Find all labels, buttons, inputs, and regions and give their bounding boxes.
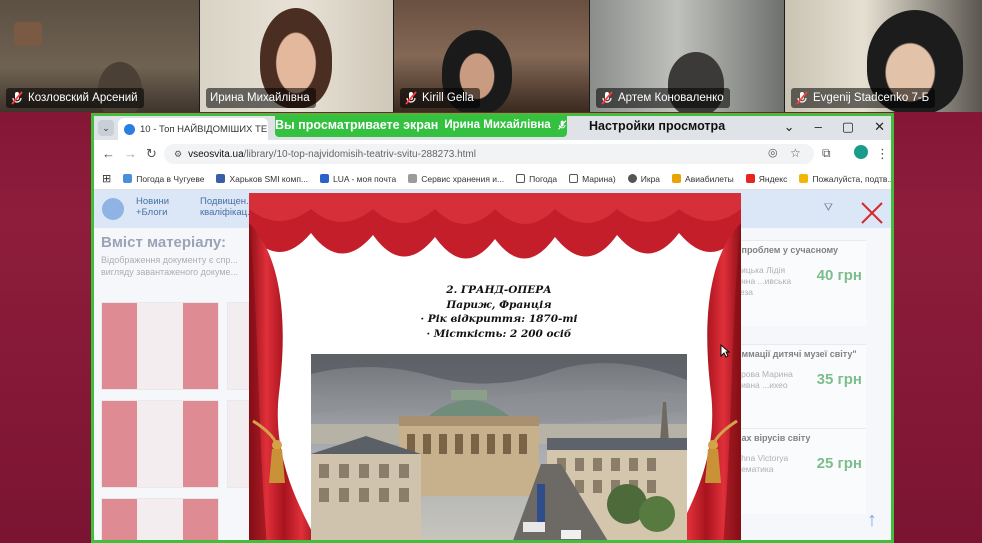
back-arrow-icon[interactable]: ←	[102, 146, 115, 161]
browser-tab[interactable]: 10 - Топ НАЙВІДОМІШИХ ТЕ... ✕	[118, 118, 268, 140]
close-icon[interactable]	[859, 200, 885, 226]
slide-thumbnail[interactable]	[101, 302, 219, 390]
presentation-slide: 2. ГРАНД-ОПЕРА Париж, Франція · Рік відк…	[249, 193, 741, 540]
related-material-card[interactable]: ...ах вірусів світу ...hna Victorya ...е…	[730, 428, 866, 514]
related-material-card[interactable]: ...ммації дитячі музеї світу" ...рова Ма…	[730, 344, 866, 430]
slide-text-block: 2. ГРАНД-ОПЕРА Париж, Франція · Рік відк…	[379, 283, 619, 341]
bookmark-item[interactable]: Яндекс	[745, 174, 787, 184]
bookmark-folder[interactable]: Марина)	[569, 174, 616, 184]
price-label: 40 грн	[816, 267, 862, 284]
wall-picture	[14, 22, 42, 46]
slide-bullet-opening-year: · Рік відкриття: 1870-ті	[420, 313, 578, 325]
bookmark-item[interactable]: LUA - моя почта	[320, 174, 396, 184]
eye-off-icon[interactable]: ◎	[768, 146, 778, 159]
slide-location: Париж, Франція	[446, 298, 552, 311]
participant-name: Артем Коноваленко	[618, 92, 724, 104]
slide-thumbnail[interactable]	[227, 400, 249, 488]
site-logo[interactable]	[102, 198, 124, 220]
participant-tile[interactable]: Evgenij Stadcenko 7-Б	[785, 0, 982, 112]
view-settings-button[interactable]: Настройки просмотра	[589, 119, 725, 133]
slide-thumbnail[interactable]	[101, 498, 219, 540]
apps-grid-icon[interactable]: ⊞	[102, 172, 111, 185]
paris-opera-image	[311, 354, 687, 540]
maximize-icon[interactable]: ▢	[842, 119, 854, 135]
shared-screen: ⌄ 10 - Топ НАЙВІДОМІШИХ ТЕ... ✕ ⌄ – ▢ ✕ …	[91, 113, 894, 543]
mic-off-icon	[796, 91, 808, 105]
content-description: Відображення документу є спр... вигляду …	[101, 255, 239, 277]
window-controls: ⌄ – ▢ ✕	[784, 119, 885, 135]
share-banner-prefix: Вы просматриваете экран	[275, 118, 439, 132]
mouse-cursor-icon	[720, 344, 730, 358]
more-menu-icon[interactable]: ⋮	[876, 146, 889, 162]
price-label: 35 грн	[816, 371, 862, 388]
participant-strip: Козловский Арсений Ирина Михайлівна Kiri…	[0, 0, 982, 112]
bookmark-item[interactable]: Харьков SMI комп...	[216, 174, 308, 184]
site-info-icon[interactable]: ⚙	[174, 149, 182, 160]
participant-tile[interactable]: Артем Коноваленко	[590, 0, 784, 112]
bookmark-item[interactable]: Икра	[627, 174, 660, 184]
close-window-icon[interactable]: ✕	[874, 119, 885, 135]
mic-off-icon	[405, 91, 417, 105]
content-title: Вміст матеріалу:	[101, 234, 227, 251]
participant-name-bar: Kirill Gella	[400, 88, 480, 108]
participant-tile[interactable]: Козловский Арсений	[0, 0, 199, 112]
related-material-card[interactable]: ...проблем у сучасному ...ицька Лідія ..…	[730, 240, 866, 326]
minimize-icon[interactable]: –	[815, 119, 822, 135]
mic-off-icon	[11, 91, 23, 105]
participant-name: Ирина Михайлівна	[210, 92, 310, 104]
participant-tile-active[interactable]: Ирина Михайлівна	[200, 0, 393, 112]
tab-title: 10 - Топ НАЙВІДОМІШИХ ТЕ...	[140, 123, 268, 135]
participant-name: Kirill Gella	[422, 92, 474, 104]
participant-name: Козловский Арсений	[28, 92, 138, 104]
mic-off-icon	[557, 120, 566, 130]
nav-item-training[interactable]: Подвищен... кваліфікац...	[200, 196, 255, 218]
share-banner-presenter: Ирина Михайлівна	[444, 119, 551, 131]
site-favicon-icon	[124, 123, 135, 135]
slide-thumbnail[interactable]	[101, 400, 219, 488]
bookmark-folder[interactable]: Погода	[516, 174, 557, 184]
reload-icon[interactable]: ↻	[146, 146, 157, 162]
url-host: vseosvita.ua	[188, 148, 244, 160]
participant-name: Evgenij Stadcenko 7-Б	[813, 92, 930, 104]
scroll-to-top-icon[interactable]: ↑	[867, 509, 877, 532]
url-input[interactable]: ⚙ vseosvita.ua/library/10-top-najvidomis…	[164, 144, 814, 164]
participant-name-bar: Артем Коноваленко	[596, 88, 730, 108]
related-materials-list: ...проблем у сучасному ...ицька Лідія ..…	[730, 240, 866, 540]
participant-tile[interactable]: Kirill Gella	[394, 0, 589, 112]
price-label: 25 грн	[816, 455, 862, 472]
chevron-down-icon[interactable]: ⌄	[784, 119, 795, 135]
filter-icon[interactable]: ⛛	[824, 202, 833, 215]
participant-name-bar: Козловский Арсений	[6, 88, 144, 108]
bookmarks-bar: ⊞ Погода в Чугуеве Харьков SMI комп... L…	[94, 168, 891, 190]
url-path: /library/10-top-najvidomisih-teatriv-svi…	[243, 148, 476, 160]
slide-bullet-capacity: · Місткість: 2 200 осіб	[426, 327, 572, 340]
nav-item-news[interactable]: Новини +Блоги	[136, 196, 169, 218]
address-bar-row: ← → ↻ ⚙ vseosvita.ua/library/10-top-najv…	[94, 140, 891, 168]
slide-heading: 2. ГРАНД-ОПЕРА	[446, 284, 552, 296]
forward-arrow-icon[interactable]: →	[124, 146, 137, 161]
bookmark-item[interactable]: Пожалуйста, подтв...	[799, 174, 891, 184]
bookmark-star-icon[interactable]: ☆	[790, 146, 801, 160]
profile-avatar-icon[interactable]	[854, 145, 868, 159]
participant-name-bar: Ирина Михайлівна	[206, 88, 316, 108]
tab-search-button[interactable]: ⌄	[98, 120, 114, 136]
screen-share-banner: Вы просматриваете экран Ирина Михайлівна	[275, 116, 567, 137]
bookmark-item[interactable]: Авиабилеты	[672, 174, 734, 184]
bookmark-item[interactable]: Сервис хранения и...	[408, 174, 504, 184]
participant-name-bar: Evgenij Stadcenko 7-Б	[791, 88, 936, 108]
extensions-icon[interactable]: ⧉	[822, 146, 831, 161]
opera-photo	[311, 354, 687, 540]
mic-off-icon	[601, 91, 613, 105]
bookmark-item[interactable]: Погода в Чугуеве	[123, 174, 204, 184]
slide-thumbnail[interactable]	[227, 302, 249, 390]
